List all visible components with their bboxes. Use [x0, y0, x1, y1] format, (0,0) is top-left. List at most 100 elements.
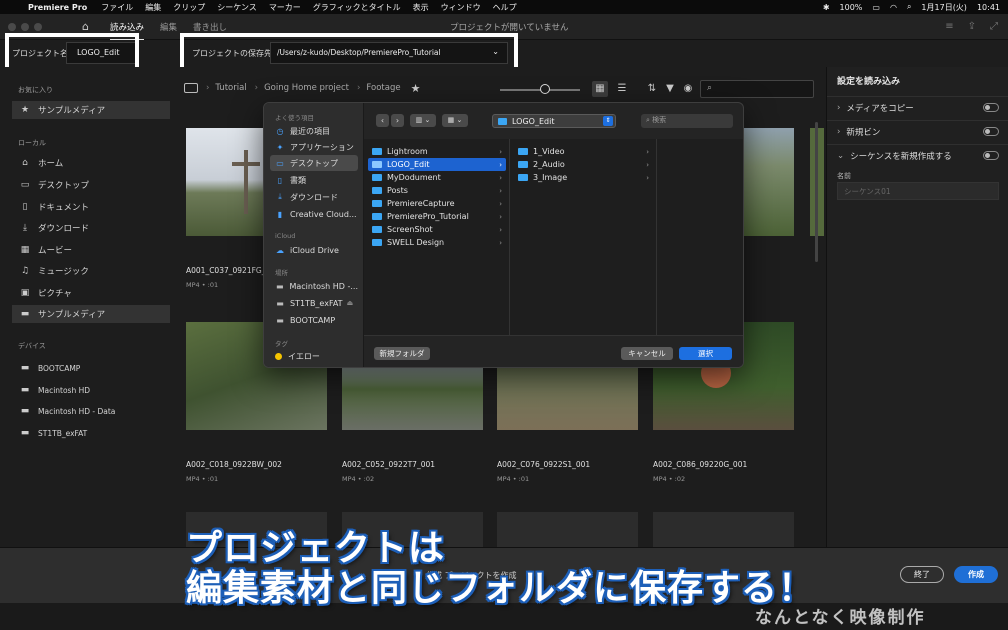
menu-graphics[interactable]: グラフィックとタイトル	[313, 2, 401, 13]
sidebar-item-st1tb[interactable]: ▬ ST1TB_exFAT	[12, 424, 170, 442]
current-folder-popup[interactable]: LOGO_Edit ⇕	[492, 114, 616, 128]
folder-icon	[372, 161, 382, 168]
dialog-item-applications[interactable]: ✦ アプリケーション	[270, 139, 358, 155]
media-thumbnail[interactable]	[653, 512, 794, 547]
breadcrumb-footage[interactable]: Footage	[366, 83, 400, 93]
eject-icon[interactable]: ⏏	[347, 299, 354, 307]
new-folder-button[interactable]: 新規フォルダ	[374, 347, 430, 360]
wifi-icon[interactable]: ◠	[890, 3, 897, 12]
create-button[interactable]: 作成	[954, 566, 998, 583]
folder-row[interactable]: Lightroom ›	[368, 145, 506, 158]
dialog-item-icloud-drive[interactable]: ☁ iCloud Drive	[270, 242, 358, 258]
create-sequence-toggle[interactable]	[983, 151, 999, 160]
dialog-sidebar: よく使う項目 ◷ 最近の項目 ✦ アプリケーション ▭ デスクトップ ▯ 書類 ⤓ ダウン…	[264, 103, 364, 367]
fullscreen-icon[interactable]: ⤢	[990, 21, 998, 32]
sidebar-item-movies[interactable]: ▦ ムービー	[12, 241, 170, 259]
dialog-item-desktop[interactable]: ▭ デスクトップ	[270, 155, 358, 171]
folder-row[interactable]: 2_Audio ›	[514, 158, 653, 171]
sequence-name-input[interactable]: シーケンス01	[837, 182, 999, 200]
back-button[interactable]: ‹	[376, 114, 389, 127]
sidebar-item-documents[interactable]: ▯ ドキュメント	[12, 198, 170, 216]
menu-marker[interactable]: マーカー	[269, 2, 301, 13]
menu-view[interactable]: 表示	[413, 2, 429, 13]
share-icon[interactable]: ⇪	[968, 21, 976, 32]
copy-media-row[interactable]: › メディアをコピー	[827, 96, 1008, 118]
dialog-item-st1tb[interactable]: ▬ ST1TB_exFAT ⏏	[270, 295, 358, 311]
dialog-item-bootcamp[interactable]: ▬ BOOTCAMP	[270, 312, 358, 328]
folder-row[interactable]: SWELL Design ›	[368, 236, 506, 249]
chevron-updown-icon: ⇕	[603, 116, 613, 126]
list-view-icon[interactable]: ☰	[614, 81, 630, 97]
dialog-locations-heading: 場所	[275, 269, 288, 277]
menu-clip[interactable]: クリップ	[173, 2, 205, 13]
zoom-slider-handle[interactable]	[540, 84, 550, 94]
dialog-item-downloads[interactable]: ⤓ ダウンロード	[270, 189, 358, 205]
sidebar-item-bootcamp[interactable]: ▬ BOOTCAMP	[12, 359, 170, 377]
folder-row[interactable]: 3_Image ›	[514, 171, 653, 184]
folder-row[interactable]: PremiereCapture ›	[368, 197, 506, 210]
star-icon[interactable]: ★	[411, 82, 421, 95]
folder-icon[interactable]	[184, 83, 198, 93]
dialog-search-input[interactable]: ⌕ 検索	[641, 114, 733, 128]
bluetooth-icon[interactable]: ✱	[823, 3, 830, 12]
sidebar-item-home[interactable]: ⌂ ホーム	[12, 154, 170, 172]
close-window-button[interactable]	[8, 22, 16, 31]
new-bin-row[interactable]: › 新規ビン	[827, 120, 1008, 142]
folder-row[interactable]: ScreenShot ›	[368, 223, 506, 236]
browser-scrollbar[interactable]	[815, 122, 818, 262]
menu-window[interactable]: ウィンドウ	[441, 2, 481, 13]
dialog-item-recents[interactable]: ◷ 最近の項目	[270, 123, 358, 139]
breadcrumb-going-home[interactable]: Going Home project	[264, 83, 349, 93]
eye-icon[interactable]: ◉	[680, 81, 696, 97]
sidebar-item-downloads[interactable]: ⤓ ダウンロード	[12, 219, 170, 237]
chevron-right-icon: ›	[646, 173, 649, 182]
tab-edit[interactable]: 編集	[160, 21, 177, 33]
dialog-item-creative-cloud[interactable]: ▮ Creative Cloud...	[270, 206, 358, 222]
search-input[interactable]: ⌕	[700, 80, 814, 98]
tab-import[interactable]: 読み込み	[110, 21, 145, 41]
progress-icon[interactable]: ≡	[945, 21, 953, 32]
sort-icon[interactable]: ⇅	[644, 81, 660, 97]
time-text[interactable]: 10:41	[977, 3, 1000, 12]
sidebar-item-music[interactable]: ♫ ミュージック	[12, 262, 170, 280]
breadcrumb-tutorial[interactable]: Tutorial	[215, 83, 246, 93]
search-icon[interactable]: ⌕	[907, 2, 911, 12]
dialog-item-tag-yellow[interactable]: イエロー	[270, 348, 358, 364]
zoom-window-button[interactable]	[34, 22, 42, 31]
column-view-button[interactable]: ▥ ⌄	[410, 114, 436, 127]
folder-row[interactable]: PremierePro_Tutorial ›	[368, 210, 506, 223]
battery-icon[interactable]: ▭	[872, 3, 880, 12]
select-button[interactable]: 選択	[679, 347, 732, 360]
folder-row[interactable]: MyDodument ›	[368, 171, 506, 184]
menu-help[interactable]: ヘルプ	[493, 2, 517, 13]
sidebar-item-sample-media-fav[interactable]: ★ サンプルメディア	[12, 101, 170, 119]
minimize-window-button[interactable]	[21, 22, 29, 31]
app-menu[interactable]: Premiere Pro	[28, 3, 87, 12]
sidebar-item-pictures[interactable]: ▣ ピクチャ	[12, 284, 170, 302]
filter-icon[interactable]: ▼	[662, 81, 678, 97]
grid-view-icon[interactable]: ▦	[592, 81, 608, 97]
copy-media-toggle[interactable]	[983, 103, 999, 112]
date-text[interactable]: 1月17日(火)	[921, 2, 967, 13]
media-thumbnail[interactable]	[497, 512, 638, 547]
sidebar-item-sample-media[interactable]: ▬ サンプルメディア	[12, 305, 170, 323]
folder-row-selected[interactable]: LOGO_Edit ›	[368, 158, 506, 171]
new-bin-toggle[interactable]	[983, 127, 999, 136]
cancel-button[interactable]: キャンセル	[621, 347, 673, 360]
sidebar-item-desktop[interactable]: ▭ デスクトップ	[12, 176, 170, 194]
folder-row[interactable]: Posts ›	[368, 184, 506, 197]
menu-sequence[interactable]: シーケンス	[217, 2, 257, 13]
grid-view-button[interactable]: ▦ ⌄	[442, 114, 468, 127]
sidebar-item-macintosh-hd-data[interactable]: ▬ Macintosh HD - Data	[12, 402, 170, 420]
dialog-item-documents[interactable]: ▯ 書類	[270, 172, 358, 188]
folder-row[interactable]: 1_Video ›	[514, 145, 653, 158]
dialog-item-macintosh-hd[interactable]: ▬ Macintosh HD -...	[270, 278, 358, 294]
forward-button[interactable]: ›	[391, 114, 404, 127]
home-icon[interactable]: ⌂	[82, 20, 94, 33]
exit-button[interactable]: 終了	[900, 566, 944, 583]
sidebar-item-macintosh-hd[interactable]: ▬ Macintosh HD	[12, 381, 170, 399]
menu-edit[interactable]: 編集	[145, 2, 161, 13]
menu-file[interactable]: ファイル	[101, 2, 133, 13]
tab-export[interactable]: 書き出し	[193, 21, 227, 33]
create-sequence-row[interactable]: ⌄ シーケンスを新規作成する	[827, 144, 1008, 166]
